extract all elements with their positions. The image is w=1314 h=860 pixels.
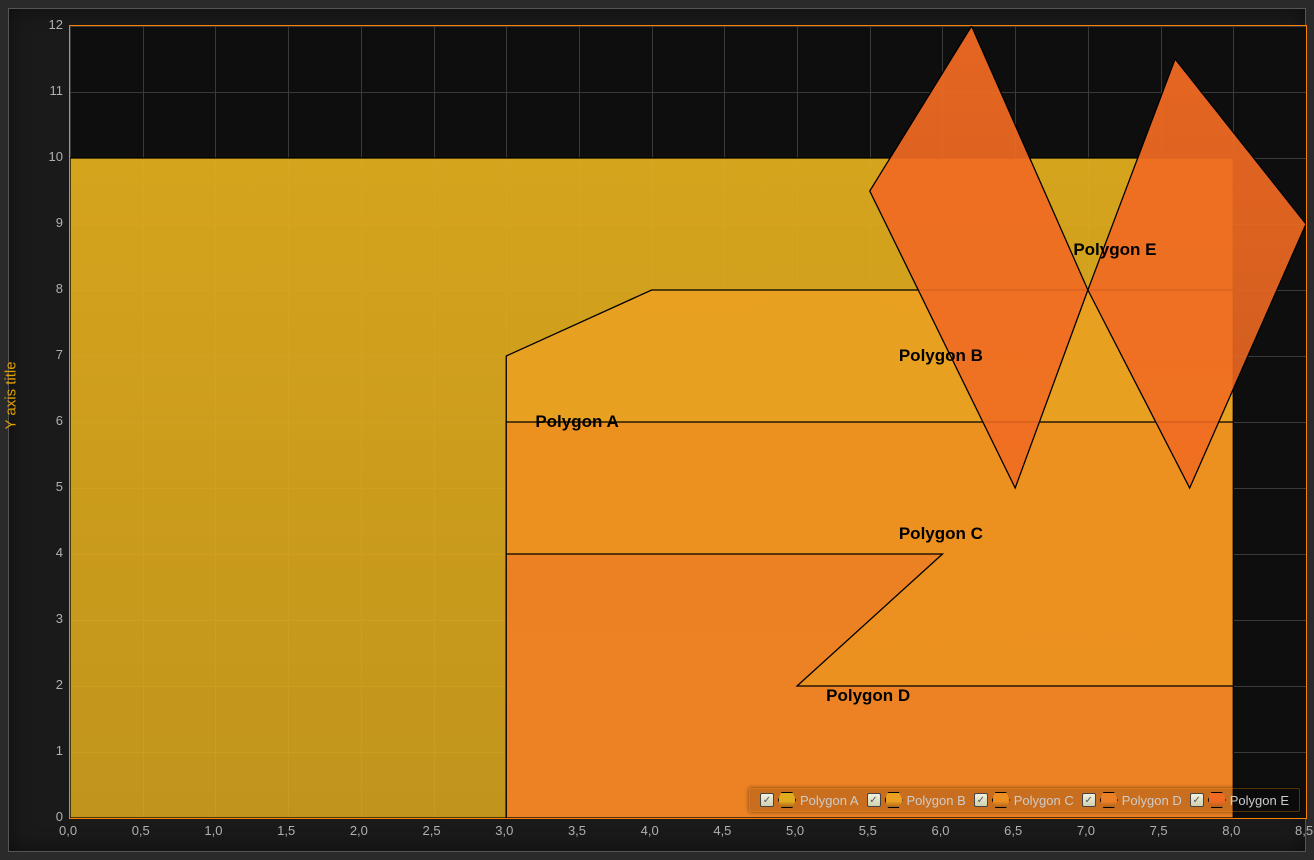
legend-swatch-icon: [1100, 792, 1118, 808]
plot-area: Polygon A Polygon B Polygon C Polygon D Poly…: [69, 25, 1307, 819]
y-tick-label: 3: [39, 611, 63, 626]
y-tick-label: 10: [39, 149, 63, 164]
legend-label: Polygon D: [1122, 793, 1182, 808]
x-tick-label: 4,0: [641, 823, 659, 838]
legend-swatch-icon: [1208, 792, 1226, 808]
y-tick-label: 9: [39, 215, 63, 230]
x-tick-label: 2,5: [423, 823, 441, 838]
legend-checkbox[interactable]: ✓: [867, 793, 881, 807]
polygon-label: Polygon C: [899, 524, 983, 544]
grid-line-h: [70, 818, 1306, 819]
legend: ✓ Polygon A ✓ Polygon B ✓ Polygon C ✓ Polygon D…: [749, 788, 1300, 812]
legend-swatch-icon: [992, 792, 1010, 808]
y-tick-label: 6: [39, 413, 63, 428]
x-tick-label: 1,0: [204, 823, 222, 838]
polygon-label: Polygon A: [535, 412, 618, 432]
x-tick-label: 6,5: [1004, 823, 1022, 838]
legend-item[interactable]: ✓ Polygon D: [1082, 792, 1182, 808]
legend-item[interactable]: ✓ Polygon A: [760, 792, 859, 808]
x-tick-label: 5,0: [786, 823, 804, 838]
x-tick-label: 6,0: [931, 823, 949, 838]
legend-label: Polygon E: [1230, 793, 1289, 808]
legend-item[interactable]: ✓ Polygon B: [867, 792, 966, 808]
polygon-label: Polygon B: [899, 346, 983, 366]
x-tick-label: 7,5: [1150, 823, 1168, 838]
y-tick-label: 5: [39, 479, 63, 494]
legend-label: Polygon B: [907, 793, 966, 808]
y-tick-label: 12: [39, 17, 63, 32]
polygon-label: Polygon E: [1073, 240, 1156, 260]
y-tick-label: 8: [39, 281, 63, 296]
polygon-layer: [70, 26, 1306, 818]
legend-checkbox[interactable]: ✓: [974, 793, 988, 807]
x-tick-label: 5,5: [859, 823, 877, 838]
legend-swatch-icon: [885, 792, 903, 808]
y-tick-label: 7: [39, 347, 63, 362]
y-tick-label: 2: [39, 677, 63, 692]
polygon-label: Polygon D: [826, 686, 910, 706]
x-tick-label: 0,0: [59, 823, 77, 838]
x-tick-label: 7,0: [1077, 823, 1095, 838]
chart-frame: Y axis title Polygon APolygon BPolygon C…: [8, 8, 1306, 852]
legend-label: Polygon C: [1014, 793, 1074, 808]
legend-item[interactable]: ✓ Polygon E: [1190, 792, 1289, 808]
legend-checkbox[interactable]: ✓: [760, 793, 774, 807]
legend-item[interactable]: ✓ Polygon C: [974, 792, 1074, 808]
x-tick-label: 4,5: [713, 823, 731, 838]
grid-line-v: [1306, 26, 1307, 818]
x-tick-label: 8,0: [1222, 823, 1240, 838]
x-tick-label: 2,0: [350, 823, 368, 838]
y-tick-label: 4: [39, 545, 63, 560]
y-tick-label: 1: [39, 743, 63, 758]
x-tick-label: 0,5: [132, 823, 150, 838]
legend-swatch-icon: [778, 792, 796, 808]
x-tick-label: 3,0: [495, 823, 513, 838]
y-tick-label: 0: [39, 809, 63, 824]
y-tick-label: 11: [39, 83, 63, 98]
x-tick-label: 3,5: [568, 823, 586, 838]
x-tick-label: 8,5: [1295, 823, 1313, 838]
legend-label: Polygon A: [800, 793, 859, 808]
x-tick-label: 1,5: [277, 823, 295, 838]
legend-checkbox[interactable]: ✓: [1082, 793, 1096, 807]
legend-checkbox[interactable]: ✓: [1190, 793, 1204, 807]
